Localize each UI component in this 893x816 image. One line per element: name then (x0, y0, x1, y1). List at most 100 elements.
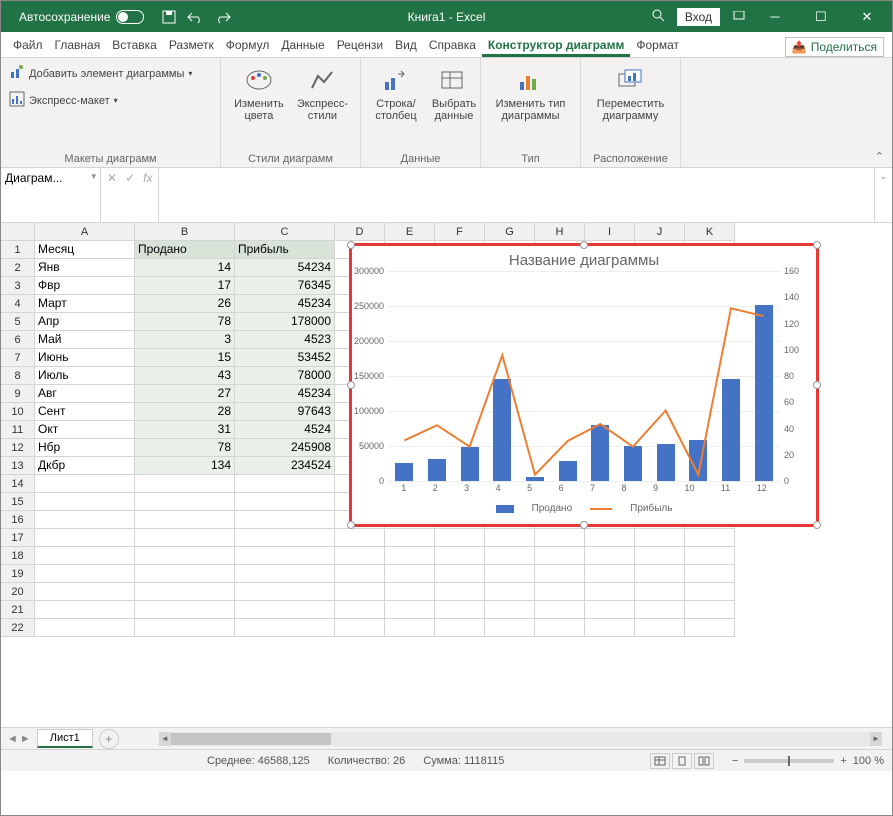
row-header[interactable]: 18 (1, 547, 35, 565)
cell[interactable]: 3 (135, 331, 235, 349)
ribbon-tab[interactable]: Файл (7, 33, 49, 57)
ribbon-options-icon[interactable] (732, 10, 746, 24)
cell[interactable]: Апр (35, 313, 135, 331)
cell[interactable] (385, 529, 435, 547)
cell[interactable] (685, 583, 735, 601)
cell[interactable] (385, 547, 435, 565)
ribbon-tab[interactable]: Вставка (106, 33, 163, 57)
cell[interactable] (335, 565, 385, 583)
cell[interactable]: 45234 (235, 385, 335, 403)
resize-handle[interactable] (347, 521, 355, 529)
login-button[interactable]: Вход (677, 8, 720, 26)
resize-handle[interactable] (580, 521, 588, 529)
ribbon-tab[interactable]: Данные (275, 33, 330, 57)
cell[interactable] (235, 601, 335, 619)
cell[interactable]: Дкбр (35, 457, 135, 475)
cell[interactable] (485, 547, 535, 565)
cell[interactable] (235, 565, 335, 583)
cell[interactable] (585, 529, 635, 547)
cell[interactable]: 43 (135, 367, 235, 385)
cell[interactable]: 78000 (235, 367, 335, 385)
cell[interactable]: 78 (135, 439, 235, 457)
cell[interactable] (35, 547, 135, 565)
cell[interactable] (685, 601, 735, 619)
cell[interactable]: Месяц (35, 241, 135, 259)
zoom-out-icon[interactable]: − (732, 755, 738, 767)
cell[interactable] (35, 529, 135, 547)
resize-handle[interactable] (813, 241, 821, 249)
ribbon-tab[interactable]: Формат (630, 33, 685, 57)
cell[interactable] (35, 565, 135, 583)
cell[interactable]: 17 (135, 277, 235, 295)
cell[interactable]: 76345 (235, 277, 335, 295)
change-chart-type-button[interactable]: Изменить тип диаграммы (489, 62, 572, 124)
cell[interactable] (235, 583, 335, 601)
cell[interactable]: Нбр (35, 439, 135, 457)
enter-icon[interactable]: ✓ (125, 171, 135, 185)
zoom-control[interactable]: − + 100 % (732, 755, 884, 767)
search-icon[interactable] (651, 8, 665, 25)
collapse-ribbon-icon[interactable]: ⌃ (875, 150, 884, 163)
cell[interactable] (535, 619, 585, 637)
ribbon-tab[interactable]: Формул (220, 33, 276, 57)
row-header[interactable]: 9 (1, 385, 35, 403)
cell[interactable] (585, 565, 635, 583)
cell[interactable] (385, 565, 435, 583)
move-chart-button[interactable]: Переместить диаграмму (589, 62, 672, 124)
cell[interactable] (435, 547, 485, 565)
cell[interactable] (685, 547, 735, 565)
undo-icon[interactable] (186, 10, 204, 24)
switch-row-col-button[interactable]: Строка/столбец (369, 62, 423, 124)
row-header[interactable]: 22 (1, 619, 35, 637)
cell[interactable] (535, 583, 585, 601)
cell[interactable] (635, 547, 685, 565)
cell[interactable]: 134 (135, 457, 235, 475)
select-data-button[interactable]: Выбрать данные (427, 62, 481, 124)
minimize-icon[interactable]: ─ (758, 9, 792, 24)
cell[interactable] (335, 547, 385, 565)
cell[interactable] (635, 529, 685, 547)
cell[interactable] (35, 619, 135, 637)
cell[interactable] (385, 601, 435, 619)
quick-styles-button[interactable]: Экспресс-стили (293, 62, 352, 124)
cell[interactable] (335, 601, 385, 619)
select-all-corner[interactable] (1, 223, 35, 241)
chart-plot-area[interactable]: 050000100000150000200000250000300000 020… (388, 271, 780, 481)
sheet-tab[interactable]: Лист1 (37, 729, 93, 748)
cell[interactable] (235, 511, 335, 529)
expand-formula-icon[interactable]: ⌄ (874, 168, 892, 222)
cell[interactable] (135, 565, 235, 583)
chart-legend[interactable]: Продано Прибыль (352, 503, 816, 514)
row-header[interactable]: 3 (1, 277, 35, 295)
column-header[interactable]: C (235, 223, 335, 241)
cell[interactable]: Март (35, 295, 135, 313)
cell[interactable]: 14 (135, 259, 235, 277)
cell[interactable] (685, 619, 735, 637)
cell[interactable] (135, 583, 235, 601)
cell[interactable] (585, 583, 635, 601)
cell[interactable]: 178000 (235, 313, 335, 331)
horizontal-scrollbar[interactable]: ◄ ► (159, 732, 882, 746)
cell[interactable] (135, 493, 235, 511)
column-header[interactable]: K (685, 223, 735, 241)
cell[interactable]: Прибыль (235, 241, 335, 259)
row-header[interactable]: 6 (1, 331, 35, 349)
close-icon[interactable]: ✕ (850, 9, 884, 25)
resize-handle[interactable] (580, 241, 588, 249)
cell[interactable]: Сент (35, 403, 135, 421)
column-header[interactable]: D (335, 223, 385, 241)
cell[interactable] (35, 511, 135, 529)
cell[interactable] (135, 547, 235, 565)
column-header[interactable]: I (585, 223, 635, 241)
cell[interactable] (335, 583, 385, 601)
cell[interactable]: 26 (135, 295, 235, 313)
zoom-in-icon[interactable]: + (840, 755, 846, 767)
column-header[interactable]: J (635, 223, 685, 241)
cell[interactable] (435, 583, 485, 601)
ribbon-tab[interactable]: Разметк (163, 33, 220, 57)
cell[interactable] (135, 475, 235, 493)
cell[interactable] (635, 601, 685, 619)
cell[interactable]: Продано (135, 241, 235, 259)
cell[interactable] (335, 529, 385, 547)
cell[interactable]: 31 (135, 421, 235, 439)
